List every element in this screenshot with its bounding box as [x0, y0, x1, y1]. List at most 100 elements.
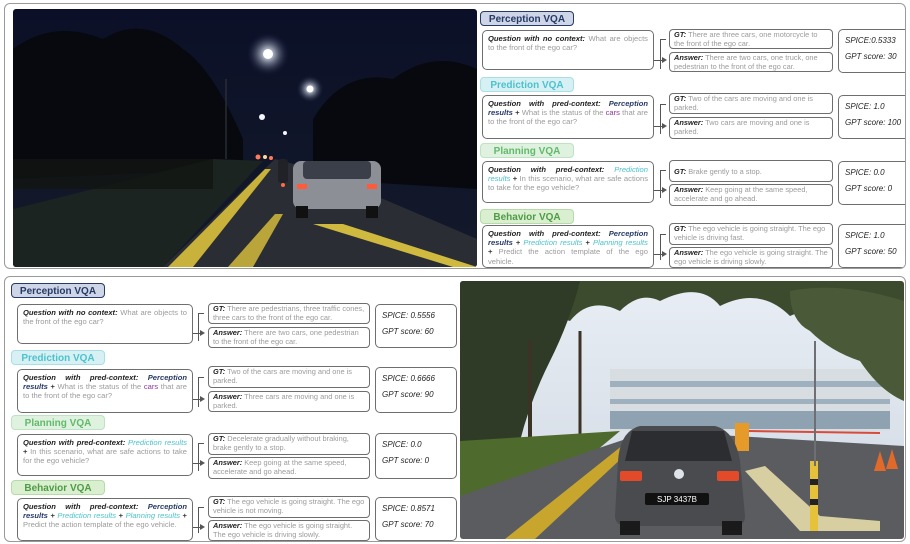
highlighted-word: cars — [605, 108, 620, 118]
example-panel-day: Perception VQA Question with no context:… — [4, 276, 906, 542]
question-text: Predict the action template of the ego v… — [23, 520, 177, 530]
gt-text: The ego vehicle is going straight. The e… — [674, 224, 826, 242]
gt-text: Two of the cars are moving and one is pa… — [213, 367, 352, 385]
connector — [198, 313, 199, 341]
plus-sign: + — [118, 511, 124, 521]
answer-box: Answer: Three cars are moving and one is… — [208, 391, 370, 412]
score-box: SPICE: 0.5556 GPT score: 60 — [375, 304, 457, 348]
ground-truth-box: GT: Two of the cars are moving and one i… — [669, 93, 833, 114]
question-text: Predict the action template of the ego v… — [488, 247, 648, 266]
spice-score: SPICE: 0.8571 — [382, 504, 435, 513]
spice-score: SPICE: 0.5556 — [382, 311, 435, 320]
arrow-icon — [662, 123, 667, 129]
arrow-icon — [200, 330, 205, 336]
connector — [660, 234, 661, 260]
answer-box: Answer: There are two cars, one truck, o… — [669, 52, 833, 72]
connector — [654, 190, 662, 191]
gt-text: Two of the cars are moving and one is pa… — [674, 94, 813, 112]
gt-label: GT: — [213, 497, 226, 506]
perception-vqa-title: Perception VQA — [11, 283, 105, 298]
plus-sign: + — [50, 382, 55, 392]
gt-text: There are three cars, one motorcycle to … — [674, 30, 818, 48]
answer-label: Answer: — [674, 185, 704, 194]
connector — [193, 463, 200, 464]
prediction-vqa-title: Prediction VQA — [480, 77, 574, 92]
answer-box: Answer: Keep going at the same speed, ac… — [208, 457, 370, 479]
gt-label: GT: — [674, 94, 687, 103]
answer-box: Answer: The ego vehicle is going straigh… — [669, 247, 833, 268]
question-type-label: Question with no context: — [488, 34, 586, 43]
question-type-label: Question with pred-context: — [23, 373, 139, 382]
license-plate-text: SJP 3437B — [657, 495, 697, 504]
gpt-score: GPT score: 50 — [845, 247, 897, 256]
connector — [660, 39, 666, 40]
prediction-vqa-title: Prediction VQA — [11, 350, 105, 365]
score-box: SPICE: 0.8571 GPT score: 70 — [375, 497, 457, 541]
spice-score: SPICE: 1.0 — [845, 231, 885, 240]
arrow-icon — [662, 251, 667, 257]
prediction-context-tag: Prediction results — [128, 438, 187, 447]
plus-sign: + — [515, 238, 521, 248]
connector — [660, 39, 661, 69]
question-type-label: Question with pred-context: — [488, 229, 601, 238]
question-type-label: Question with pred-context: — [488, 99, 601, 108]
perception-question-box: Question with no context: What are objec… — [17, 304, 193, 344]
answer-box: Answer: There are two cars, one pedestri… — [208, 327, 370, 348]
question-text: What is the status of the — [57, 382, 142, 392]
prediction-question-box: Question with pred-context: Perception r… — [17, 369, 193, 413]
gt-label: GT: — [213, 434, 226, 443]
gpt-score: GPT score: 70 — [382, 520, 434, 529]
score-box: SPICE: 1.0 GPT score: 50 — [838, 224, 905, 268]
answer-box: Answer: Keep going at the same speed, ac… — [669, 184, 833, 206]
highlighted-word: cars — [143, 382, 159, 392]
connector — [660, 104, 666, 105]
prediction-context-tag: Prediction results — [57, 511, 117, 521]
spice-score: SPICE: 0.6666 — [382, 374, 435, 383]
gt-label: GT: — [213, 304, 226, 313]
plus-sign: + — [488, 247, 493, 257]
plus-sign: + — [23, 447, 28, 457]
ground-truth-box: GT: Brake gently to a stop. — [669, 160, 833, 182]
question-type-label: Question with pred-context: — [23, 502, 139, 511]
behavior-vqa-title: Behavior VQA — [11, 480, 105, 495]
arrow-icon — [662, 187, 667, 193]
score-box: SPICE: 0.6666 GPT score: 90 — [375, 367, 457, 413]
behavior-question-box: Question with pred-context: Perception r… — [482, 225, 654, 268]
answer-box: Answer: The ego vehicle is going straigh… — [208, 520, 370, 541]
ground-truth-box: GT: The ego vehicle is going straight. T… — [669, 223, 833, 245]
spice-score: SPICE: 0.0 — [382, 440, 422, 449]
question-type-label: Question with pred-context: — [23, 438, 126, 447]
connector — [198, 507, 199, 533]
answer-label: Answer: — [674, 53, 704, 62]
spice-score: SPICE:0.5333 — [845, 36, 896, 45]
perception-question-box: Question with no context: What are objec… — [482, 30, 654, 70]
connector — [660, 104, 661, 134]
question-text: What is the status of the — [521, 108, 604, 118]
plus-sign: + — [182, 511, 187, 521]
planning-vqa-title: Planning VQA — [11, 415, 105, 430]
gt-text: There are pedestrians, three traffic con… — [213, 304, 365, 322]
question-type-label: Question with no context: — [23, 308, 118, 317]
perception-vqa-title: Perception VQA — [480, 11, 574, 26]
arrow-icon — [662, 57, 667, 63]
connector — [193, 399, 200, 400]
gt-text: The ego vehicle is going straight. The e… — [213, 497, 365, 515]
arrow-icon — [200, 460, 205, 466]
connector — [198, 443, 204, 444]
question-text: In this scenario, what are safe actions … — [23, 447, 187, 466]
connector — [654, 126, 662, 127]
gt-label: GT: — [674, 224, 687, 233]
connector — [660, 234, 666, 235]
behavior-vqa-title: Behavior VQA — [480, 209, 574, 224]
ground-truth-box: GT: There are pedestrians, three traffic… — [208, 303, 370, 324]
planning-question-box: Question with pred-context: Prediction r… — [482, 161, 654, 203]
connector — [198, 507, 204, 508]
plus-sign: + — [512, 174, 518, 184]
gpt-score: GPT score: 60 — [382, 327, 434, 336]
planning-context-tag: Planning results — [125, 511, 181, 521]
plus-sign: + — [515, 108, 520, 118]
gt-label: GT: — [674, 30, 687, 39]
spice-score: SPICE: 1.0 — [845, 102, 885, 111]
ground-truth-box: GT: Decelerate gradually without braking… — [208, 433, 370, 455]
day-camera-image: SJP 3437B — [460, 281, 904, 539]
